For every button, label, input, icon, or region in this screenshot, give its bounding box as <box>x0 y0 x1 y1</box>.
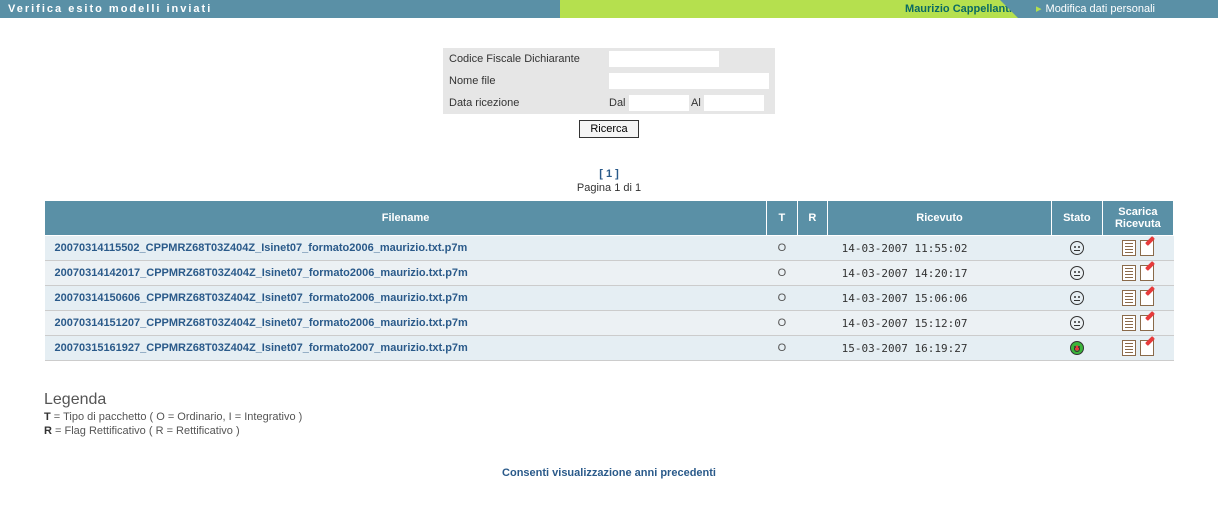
results-table: Filename T R Ricevuto Stato Scarica Rice… <box>44 200 1174 361</box>
t-value: O <box>767 336 798 361</box>
show-previous-years-link[interactable]: Consenti visualizzazione anni precedenti <box>0 467 1218 479</box>
edit-receipt-icon[interactable] <box>1140 340 1154 356</box>
al-input[interactable] <box>704 95 764 111</box>
col-scarica: Scarica Ricevuta <box>1102 201 1173 236</box>
edit-receipt-icon[interactable] <box>1140 315 1154 331</box>
col-r: R <box>797 201 828 236</box>
neutral-face-icon <box>1070 266 1084 280</box>
ricerca-button[interactable]: Ricerca <box>579 120 638 138</box>
neutral-face-icon <box>1070 241 1084 255</box>
r-value <box>797 261 828 286</box>
t-value: O <box>767 311 798 336</box>
smile-face-icon <box>1070 341 1084 355</box>
legend-r-text: = Flag Rettificativo ( R = Rettificativo… <box>52 425 240 437</box>
ricevuto-value: 15-03-2007 16:19:27 <box>828 336 1052 361</box>
page-title: Verifica esito modelli inviati <box>0 0 560 18</box>
download-receipt-icon[interactable] <box>1122 315 1136 331</box>
r-value <box>797 311 828 336</box>
t-value: O <box>767 236 798 261</box>
r-value <box>797 336 828 361</box>
legend-t-bold: T <box>44 411 51 423</box>
r-value <box>797 236 828 261</box>
codice-fiscale-label: Codice Fiscale Dichiarante <box>443 48 603 70</box>
table-row: 20070315161927_CPPMRZ68T03Z404Z_Isinet07… <box>45 336 1174 361</box>
download-receipt-icon[interactable] <box>1122 290 1136 306</box>
pager-summary: Pagina 1 di 1 <box>0 182 1218 194</box>
search-form: Codice Fiscale Dichiarante Nome file Dat… <box>443 48 775 114</box>
filename-link[interactable]: 20070315161927_CPPMRZ68T03Z404Z_Isinet07… <box>45 336 767 361</box>
download-receipt-icon[interactable] <box>1122 265 1136 281</box>
edit-receipt-icon[interactable] <box>1140 290 1154 306</box>
legend-title: Legenda <box>44 391 1174 409</box>
t-value: O <box>767 286 798 311</box>
personal-data-label: Modifica dati personali <box>1046 3 1155 15</box>
col-filename: Filename <box>45 201 767 236</box>
personal-data-link[interactable]: ▸ Modifica dati personali <box>1018 0 1218 18</box>
edit-receipt-icon[interactable] <box>1140 240 1154 256</box>
neutral-face-icon <box>1070 316 1084 330</box>
user-name-link[interactable]: Maurizio Cappellanti <box>905 0 1012 18</box>
dal-input[interactable] <box>629 95 689 111</box>
table-row: 20070314115502_CPPMRZ68T03Z404Z_Isinet07… <box>45 236 1174 261</box>
filename-link[interactable]: 20070314115502_CPPMRZ68T03Z404Z_Isinet07… <box>45 236 767 261</box>
table-row: 20070314151207_CPPMRZ68T03Z404Z_Isinet07… <box>45 311 1174 336</box>
topbar-mid: Maurizio Cappellanti <box>560 0 1018 18</box>
download-receipt-icon[interactable] <box>1122 240 1136 256</box>
edit-receipt-icon[interactable] <box>1140 265 1154 281</box>
legend: Legenda T = Tipo di pacchetto ( O = Ordi… <box>44 391 1174 437</box>
nome-file-label: Nome file <box>443 70 603 92</box>
col-t: T <box>767 201 798 236</box>
col-ricevuto: Ricevuto <box>828 201 1052 236</box>
filename-link[interactable]: 20070314142017_CPPMRZ68T03Z404Z_Isinet07… <box>45 261 767 286</box>
table-row: 20070314150606_CPPMRZ68T03Z404Z_Isinet07… <box>45 286 1174 311</box>
r-value <box>797 286 828 311</box>
al-label: Al <box>691 97 701 109</box>
nome-file-input[interactable] <box>609 73 769 89</box>
filename-link[interactable]: 20070314151207_CPPMRZ68T03Z404Z_Isinet07… <box>45 311 767 336</box>
data-ricezione-label: Data ricezione <box>443 92 603 114</box>
filename-link[interactable]: 20070314150606_CPPMRZ68T03Z404Z_Isinet07… <box>45 286 767 311</box>
pager-pages[interactable]: [ 1 ] <box>0 168 1218 180</box>
table-row: 20070314142017_CPPMRZ68T03Z404Z_Isinet07… <box>45 261 1174 286</box>
ricevuto-value: 14-03-2007 11:55:02 <box>828 236 1052 261</box>
ricevuto-value: 14-03-2007 14:20:17 <box>828 261 1052 286</box>
arrow-right-icon: ▸ <box>1036 3 1042 15</box>
t-value: O <box>767 261 798 286</box>
legend-t-text: = Tipo di pacchetto ( O = Ordinario, I =… <box>51 411 303 423</box>
ricevuto-value: 14-03-2007 15:06:06 <box>828 286 1052 311</box>
download-receipt-icon[interactable] <box>1122 340 1136 356</box>
legend-r-bold: R <box>44 425 52 437</box>
codice-fiscale-input[interactable] <box>609 51 719 67</box>
neutral-face-icon <box>1070 291 1084 305</box>
col-stato: Stato <box>1051 201 1102 236</box>
ricevuto-value: 14-03-2007 15:12:07 <box>828 311 1052 336</box>
dal-label: Dal <box>609 97 626 109</box>
